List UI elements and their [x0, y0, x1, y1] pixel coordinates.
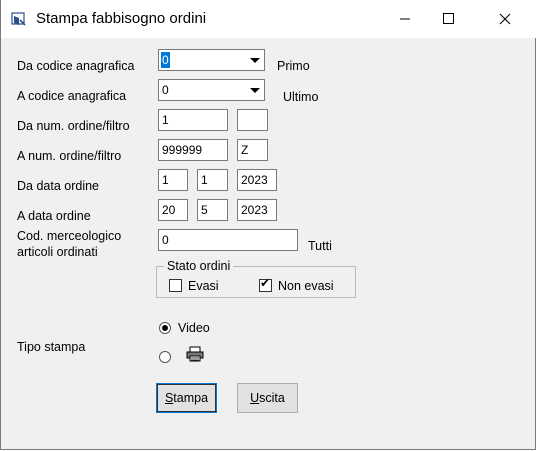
a-codice-label: A codice anagrafica — [17, 89, 127, 103]
a-num-input[interactable]: 999999 — [158, 139, 228, 161]
cod-merc-label-line2: articoli ordinati — [17, 245, 98, 259]
evasi-checkbox[interactable] — [169, 279, 182, 292]
a-data-day-input[interactable]: 20 — [158, 199, 188, 221]
da-codice-label: Da codice anagrafica — [17, 59, 135, 73]
printer-icon — [186, 346, 204, 362]
da-data-day-input[interactable]: 1 — [158, 169, 188, 191]
maximize-button[interactable] — [428, 0, 474, 38]
uscita-accel: U — [250, 391, 260, 405]
close-button[interactable] — [484, 0, 530, 38]
cod-merc-label-line1: Cod. merceologico — [17, 229, 122, 243]
a-num-filter-input[interactable]: Z — [237, 139, 268, 161]
stato-ordini-title: Stato ordini — [164, 259, 234, 273]
a-num-label: A num. ordine/filtro — [17, 149, 122, 163]
uscita-label: scita — [259, 391, 285, 405]
dialog-window: Stampa fabbisogno ordini Da codice anagr… — [0, 0, 537, 450]
minimize-button[interactable] — [382, 0, 428, 38]
da-data-year-input[interactable]: 2023 — [237, 169, 277, 191]
radio-selected-dot — [162, 325, 168, 331]
a-codice-combobox[interactable]: 0 — [158, 79, 265, 101]
printer-radio[interactable] — [159, 351, 171, 363]
da-codice-combobox[interactable]: 0 — [158, 49, 265, 71]
video-radio[interactable] — [159, 322, 171, 334]
a-codice-value: 0 — [162, 83, 169, 97]
da-data-month-input[interactable]: 1 — [197, 169, 228, 191]
stampa-label: tampa — [173, 391, 209, 405]
da-data-label: Da data ordine — [17, 179, 100, 193]
cod-merc-hint: Tutti — [308, 239, 332, 253]
checkmark-icon: ✔ — [260, 276, 271, 290]
non-evasi-label[interactable]: Non evasi — [278, 279, 334, 293]
da-num-filter-input[interactable] — [237, 109, 268, 131]
window-title: Stampa fabbisogno ordini — [36, 10, 207, 27]
da-codice-hint: Primo — [277, 59, 310, 73]
title-bar: Stampa fabbisogno ordini — [1, 0, 537, 38]
chevron-down-icon[interactable] — [246, 51, 263, 69]
da-codice-value: 0 — [161, 52, 170, 68]
minimize-icon — [400, 18, 410, 20]
video-label[interactable]: Video — [178, 321, 210, 335]
tipo-stampa-label: Tipo stampa — [17, 340, 86, 354]
chevron-down-icon[interactable] — [246, 81, 263, 99]
close-icon — [499, 13, 511, 25]
da-num-label: Da num. ordine/filtro — [17, 119, 130, 133]
uscita-button[interactable]: Uscita — [237, 383, 298, 413]
non-evasi-checkbox[interactable]: ✔ — [259, 276, 272, 292]
evasi-label[interactable]: Evasi — [188, 279, 219, 293]
maximize-icon — [443, 13, 454, 24]
app-icon — [11, 12, 26, 26]
a-data-label: A data ordine — [17, 209, 91, 223]
a-data-year-input[interactable]: 2023 — [237, 199, 277, 221]
a-data-month-input[interactable]: 5 — [197, 199, 228, 221]
stampa-button[interactable]: Stampa — [156, 383, 217, 413]
a-codice-hint: Ultimo — [283, 90, 319, 104]
cod-merc-input[interactable]: 0 — [158, 229, 298, 251]
da-num-input[interactable]: 1 — [158, 109, 228, 131]
